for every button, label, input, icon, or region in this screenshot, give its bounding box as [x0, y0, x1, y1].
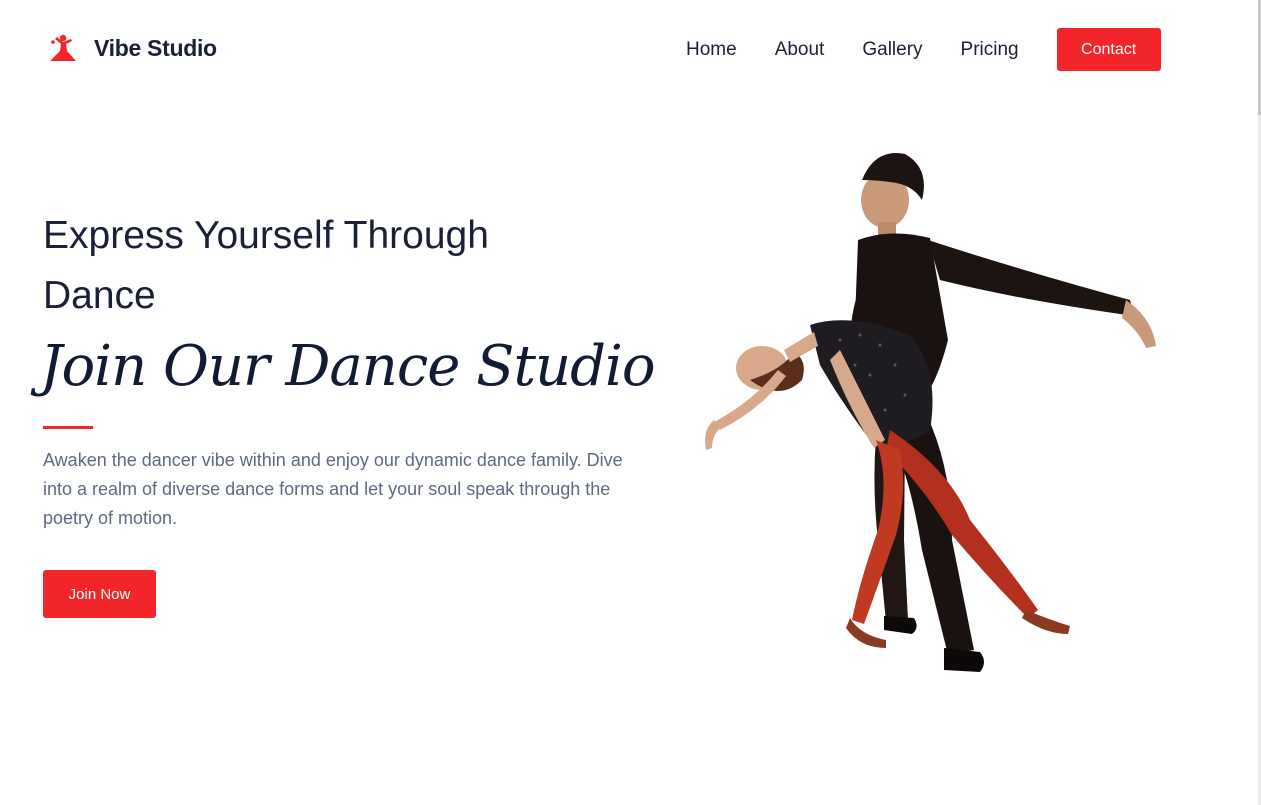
- nav-item-about[interactable]: About: [775, 39, 825, 61]
- main-nav: Home About Gallery Pricing Contact: [686, 28, 1161, 71]
- nav-item-pricing[interactable]: Pricing: [961, 39, 1019, 61]
- hero-title: Express Yourself Through Dance: [43, 214, 489, 317]
- dancing-couple-image: [705, 153, 1156, 672]
- contact-button[interactable]: Contact: [1056, 28, 1161, 71]
- nav-item-home[interactable]: Home: [686, 39, 737, 61]
- brand-logo[interactable]: Vibe Studio: [46, 33, 217, 63]
- join-now-button[interactable]: Join Now: [43, 570, 156, 618]
- hero-description: Awaken the dancer vibe within and enjoy …: [43, 450, 623, 528]
- hero-script-title: Join Our Dance Studio: [40, 334, 656, 399]
- accent-divider: [43, 426, 93, 429]
- nav-item-gallery[interactable]: Gallery: [862, 39, 922, 61]
- dancer-logo-icon: [50, 34, 76, 61]
- landing-page: Vibe Studio Home About Gallery Pricing C…: [0, 0, 1261, 805]
- brand-name: Vibe Studio: [94, 34, 217, 61]
